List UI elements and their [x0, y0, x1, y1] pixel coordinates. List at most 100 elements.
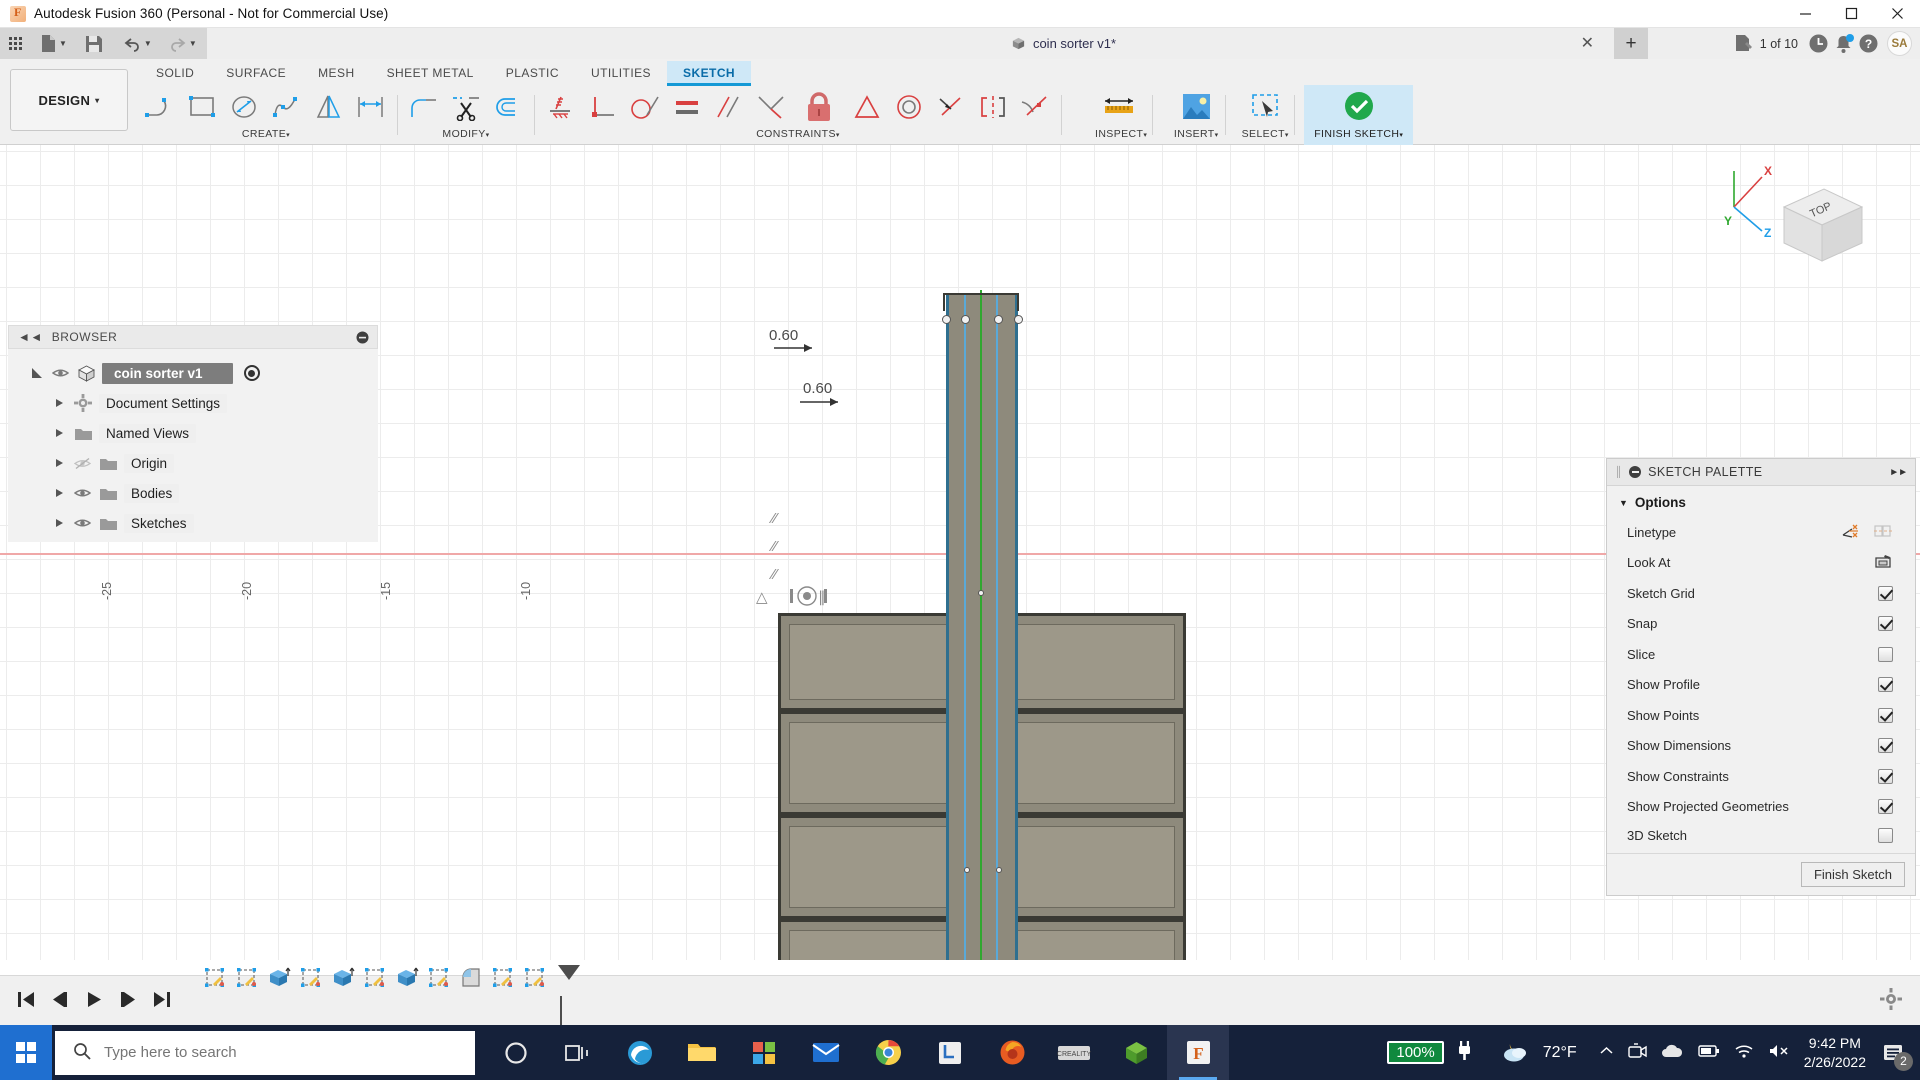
close-tab-button[interactable]: ✕ — [1575, 33, 1600, 55]
symmetry-constraint-tool[interactable] — [972, 86, 1014, 128]
tab-sheet-metal[interactable]: SHEET METAL — [371, 61, 490, 84]
snap-checkbox[interactable] — [1878, 616, 1893, 631]
insert-image-tool[interactable] — [1172, 86, 1220, 128]
power-plug-icon[interactable] — [1458, 1041, 1471, 1064]
canvas-viewport[interactable]: -25 -20 -15 -10 0.60 0.60 ⁄⁄ ⁄⁄ — [0, 145, 1920, 960]
windows-start-icon[interactable] — [0, 1025, 52, 1080]
battery-percent-badge[interactable]: 100% — [1387, 1041, 1443, 1064]
tab-surface[interactable]: SURFACE — [210, 61, 302, 84]
sketch-grid-checkbox[interactable] — [1878, 586, 1893, 601]
settings-gear-icon[interactable] — [1880, 988, 1902, 1013]
wifi-icon[interactable] — [1734, 1043, 1754, 1062]
onedrive-icon[interactable] — [1661, 1044, 1683, 1062]
ribbon-group-finish-sketch[interactable]: FINISH SKETCH▾ — [1304, 85, 1413, 145]
sketch-point[interactable] — [978, 590, 984, 596]
timeline-feature-extrude[interactable] — [394, 965, 420, 991]
clock-icon[interactable] — [1807, 33, 1829, 55]
visibility-eye-icon[interactable] — [73, 517, 92, 529]
palette-options-header[interactable]: ▼ Options — [1607, 486, 1915, 517]
sketch-point[interactable] — [961, 315, 970, 324]
finish-sketch-tool[interactable] — [1335, 86, 1383, 128]
palette-row-linetype[interactable]: Linetype — [1607, 517, 1915, 548]
timeline-feature-fillet[interactable] — [458, 965, 484, 991]
perpendicular-constraint-tool[interactable] — [582, 86, 624, 128]
arc-tool[interactable] — [140, 86, 182, 128]
play-icon[interactable] — [84, 990, 104, 1012]
browser-item-named-views[interactable]: Named Views — [8, 418, 378, 448]
look-at-icon[interactable] — [1873, 553, 1893, 573]
slice-checkbox[interactable] — [1878, 647, 1893, 662]
fillet-tool[interactable] — [403, 86, 445, 128]
timeline-marker[interactable] — [554, 965, 580, 1028]
midpoint-constraint-tool[interactable] — [750, 86, 792, 128]
spline-tool[interactable] — [266, 86, 308, 128]
ribbon-group-finish-sketch-label[interactable]: FINISH SKETCH▾ — [1314, 128, 1403, 140]
linetype-construction-icon[interactable] — [1841, 523, 1861, 542]
3d-builder-icon[interactable] — [1105, 1025, 1167, 1080]
expand-arrows-icon[interactable]: ►► — [1889, 467, 1907, 478]
new-document-button[interactable]: ▼ — [36, 30, 71, 57]
sketch-line[interactable] — [996, 293, 998, 960]
sketch-point[interactable] — [996, 867, 1002, 873]
palette-row-3d-sketch[interactable]: 3D Sketch — [1607, 822, 1915, 853]
show-constraints-checkbox[interactable] — [1878, 769, 1893, 784]
avatar[interactable]: SA — [1887, 31, 1912, 56]
sketch-column[interactable] — [946, 293, 1018, 960]
trim-tool[interactable] — [445, 86, 487, 128]
ribbon-group-create-label[interactable]: CREATE▾ — [140, 128, 392, 140]
help-icon[interactable]: ? — [1857, 33, 1879, 55]
activate-radio[interactable] — [244, 365, 260, 381]
show-dimensions-checkbox[interactable] — [1878, 738, 1893, 753]
chrome-icon[interactable] — [857, 1025, 919, 1080]
parallel-constraint-tool[interactable] — [708, 86, 750, 128]
task-view-icon[interactable] — [547, 1025, 609, 1080]
sketch-point[interactable] — [994, 315, 1003, 324]
sketch-point[interactable] — [942, 315, 951, 324]
browser-item-document-settings[interactable]: Document Settings — [8, 388, 378, 418]
drag-grip-icon[interactable]: ║ — [1615, 467, 1622, 478]
minimize-circle-icon[interactable] — [1629, 466, 1641, 478]
timeline-feature-sketch[interactable] — [426, 965, 452, 991]
app-grid-icon[interactable] — [9, 37, 22, 50]
ribbon-group-constraints-label[interactable]: CONSTRAINTS▾ — [540, 128, 1056, 140]
store-icon[interactable] — [733, 1025, 795, 1080]
redo-button[interactable]: ▼ — [164, 30, 201, 57]
workspace-switcher[interactable]: DESIGN ▾ — [10, 69, 128, 131]
close-button[interactable] — [1874, 0, 1920, 27]
palette-row-show-profile[interactable]: Show Profile — [1607, 670, 1915, 701]
tab-sketch[interactable]: SKETCH — [667, 61, 751, 84]
tab-plastic[interactable]: PLASTIC — [490, 61, 575, 84]
cortana-icon[interactable] — [485, 1025, 547, 1080]
timeline-feature-sketch[interactable] — [522, 965, 548, 991]
show-profile-checkbox[interactable] — [1878, 677, 1893, 692]
sketch-point[interactable] — [1014, 315, 1023, 324]
mirror-tool[interactable] — [308, 86, 350, 128]
step-forward-icon[interactable] — [118, 990, 138, 1012]
sketch-point[interactable] — [964, 867, 970, 873]
palette-row-sketch-grid[interactable]: Sketch Grid — [1607, 578, 1915, 609]
select-tool[interactable] — [1241, 86, 1289, 128]
camera-icon[interactable] — [1628, 1043, 1647, 1063]
palette-row-show-constraints[interactable]: Show Constraints — [1607, 761, 1915, 792]
ribbon-group-insert-label[interactable]: INSERT▾ — [1172, 128, 1220, 140]
timeline-feature-sketch[interactable] — [490, 965, 516, 991]
browser-item-coin-sorter[interactable]: coin sorter v1 — [8, 358, 378, 388]
sketch-palette-header[interactable]: ║ SKETCH PALETTE ►► — [1607, 459, 1915, 486]
palette-row-show-dimensions[interactable]: Show Dimensions — [1607, 731, 1915, 762]
ellipse-tool[interactable] — [224, 86, 266, 128]
ribbon-group-select-label[interactable]: SELECT▾ — [1241, 128, 1289, 140]
palette-row-snap[interactable]: Snap — [1607, 609, 1915, 640]
file-explorer-icon[interactable] — [671, 1025, 733, 1080]
notification-icon[interactable]: 2 — [1880, 1040, 1906, 1066]
palette-row-slice[interactable]: Slice — [1607, 639, 1915, 670]
search-box[interactable] — [55, 1031, 475, 1075]
firefox-icon[interactable] — [981, 1025, 1043, 1080]
sketch-line[interactable] — [964, 293, 966, 960]
visibility-eye-icon[interactable] — [51, 367, 70, 379]
visibility-eye-icon[interactable] — [73, 487, 92, 499]
minimize-button[interactable] — [1782, 0, 1828, 27]
measure-tool[interactable] — [1095, 86, 1143, 128]
ground-constraint-tool[interactable] — [540, 86, 582, 128]
new-tab-button[interactable]: + — [1614, 28, 1648, 59]
finish-sketch-button[interactable]: Finish Sketch — [1801, 862, 1905, 887]
